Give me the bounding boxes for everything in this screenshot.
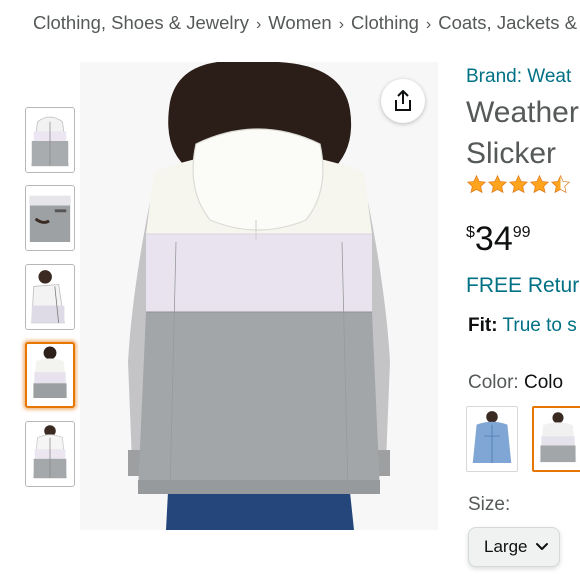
breadcrumb-separator: ›	[338, 16, 345, 33]
breadcrumb-link-clothing[interactable]: Clothing	[351, 12, 419, 33]
jacket-front-thumbnail-icon	[26, 108, 74, 172]
size-dropdown[interactable]: Large	[468, 527, 560, 567]
main-product-image[interactable]	[80, 62, 438, 530]
color-swatch-white-grey[interactable]	[532, 406, 580, 472]
share-icon	[395, 90, 411, 111]
breadcrumb-link-coats-jackets[interactable]: Coats, Jackets & V	[438, 12, 580, 33]
jacket-white-grey-swatch-icon	[534, 408, 580, 470]
star-full-icon	[487, 174, 508, 194]
jacket-blue-swatch-icon	[467, 407, 517, 471]
star-full-icon	[529, 174, 550, 194]
breadcrumb-separator: ›	[255, 16, 262, 33]
breadcrumb-link-women[interactable]: Women	[268, 12, 331, 33]
star-half-icon	[550, 174, 571, 194]
star-rating[interactable]	[466, 174, 571, 196]
star-full-icon	[466, 174, 487, 194]
jacket-back-thumbnail-icon	[27, 344, 73, 406]
breadcrumb-separator: ›	[425, 16, 432, 33]
product-title: Weather Slicker	[466, 92, 579, 174]
size-selected-value: Large	[484, 537, 528, 556]
breadcrumb: Clothing, Shoes & Jewelry › Women › Clothing…	[33, 12, 580, 34]
fit-row: Fit: True to s	[468, 315, 577, 337]
price: $3499	[466, 220, 531, 259]
color-label: Color:	[468, 372, 519, 393]
thumbnail-jacket-open[interactable]	[25, 264, 75, 330]
product-title-line: Weather	[466, 96, 579, 129]
jacket-open-thumbnail-icon	[26, 265, 74, 329]
fit-value-link[interactable]: True to s	[502, 315, 576, 336]
thumbnail-jacket-back[interactable]	[25, 342, 75, 408]
thumbnail-jacket-pocket[interactable]	[25, 185, 75, 251]
jacket-back-image-icon	[80, 62, 438, 530]
price-fraction: 99	[512, 224, 531, 241]
jacket-front-model-thumbnail-icon	[26, 422, 74, 486]
color-swatch-blue[interactable]	[466, 406, 518, 472]
chevron-down-icon	[536, 543, 548, 550]
share-button[interactable]	[381, 79, 425, 123]
free-returns-link[interactable]: FREE Retur	[466, 274, 579, 298]
color-value: Colo	[523, 372, 564, 393]
brand-link[interactable]: Brand: Weat	[466, 66, 571, 88]
breadcrumb-link-clothing-shoes-jewelry[interactable]: Clothing, Shoes & Jewelry	[33, 12, 249, 33]
price-symbol: $	[466, 224, 475, 241]
product-title-line: Slicker	[466, 137, 557, 170]
fit-label: Fit:	[468, 315, 498, 336]
thumbnail-jacket-front-model[interactable]	[25, 421, 75, 487]
color-row: Color: Colo	[468, 372, 563, 394]
thumbnail-jacket-front[interactable]	[25, 107, 75, 173]
size-label: Size:	[468, 494, 511, 515]
price-whole: 34	[474, 220, 513, 258]
jacket-pocket-thumbnail-icon	[26, 186, 74, 250]
star-full-icon	[508, 174, 529, 194]
